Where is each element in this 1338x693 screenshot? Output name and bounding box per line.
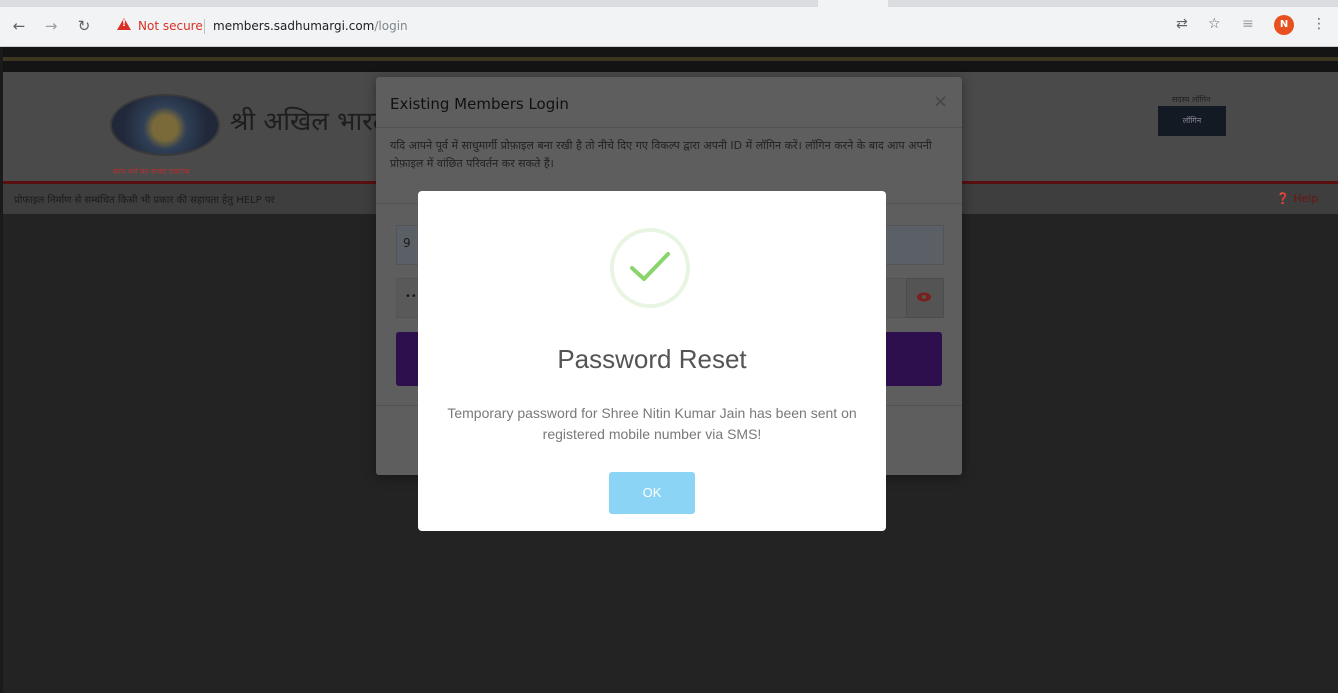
browser-toolbar: ← → ↻ Not secure members.sadhumargi.com/… [0,0,1338,47]
password-value: •• [405,291,417,302]
url-host: members.sadhumargi.com [213,19,375,33]
tab-strip [0,0,1338,7]
show-password-eye-icon[interactable] [906,278,944,318]
modal-divider [376,127,962,128]
address-separator [204,19,205,34]
password-reset-alert: Password Reset Temporary password for Sh… [418,191,886,531]
extension-icon[interactable]: ≡ [1242,16,1254,32]
username-value: 9 [403,236,411,250]
url-text[interactable]: members.sadhumargi.com/login [213,19,408,33]
url-path: /login [374,19,408,33]
forward-icon[interactable]: → [42,17,60,35]
translate-icon[interactable]: ⇄ [1176,16,1188,32]
ok-button[interactable]: OK [609,472,695,514]
alert-message: Temporary password for Shree Nitin Kumar… [447,405,857,442]
security-label[interactable]: Not secure [138,19,203,33]
warning-icon [117,18,131,30]
close-icon[interactable]: × [933,91,948,112]
header-small-text: सदस्य लॉगिन [1172,95,1211,104]
site-topbar [0,47,1338,72]
tab[interactable] [818,0,888,7]
alert-title: Password Reset [557,344,747,374]
help-link[interactable]: ❓ Help [1276,192,1318,205]
topbar-stripe [0,57,1338,61]
login-modal-description: यदि आपने पूर्व में साधुमार्गी प्रोफ़ाइल … [390,139,932,170]
reload-icon[interactable]: ↻ [75,17,93,35]
menu-kebab-icon[interactable]: ⋮ [1312,16,1326,32]
logo-caption: सत्य धर्म का सच्चा प्रचारक [113,167,191,176]
header-login-button[interactable]: लॉगिन [1158,106,1226,136]
site-logo[interactable] [110,94,220,156]
bookmark-star-icon[interactable]: ☆ [1208,16,1221,32]
address-bar[interactable]: Not secure members.sadhumargi.com/login [108,14,1168,40]
help-label: Help [1293,192,1319,205]
notice-text: प्रोफाइल निर्माण से सम्बंधित किसी भी प्र… [14,195,275,206]
login-modal-title: Existing Members Login [390,95,569,113]
back-icon[interactable]: ← [10,17,28,35]
profile-avatar[interactable]: N [1274,15,1294,35]
success-check-icon [610,228,690,308]
left-edge [0,47,3,693]
